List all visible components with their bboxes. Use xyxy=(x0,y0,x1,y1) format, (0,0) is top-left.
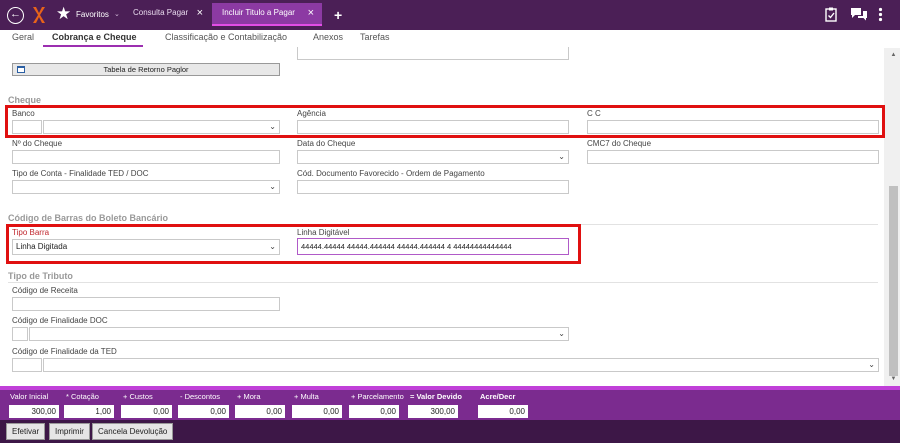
subtabs: Geral Cobrança e Cheque Classificação e … xyxy=(0,30,884,48)
data-cheque-select[interactable]: ⌄ xyxy=(297,150,569,164)
numero-cheque-input[interactable] xyxy=(12,150,280,164)
section-cheque-title: Cheque xyxy=(8,95,42,105)
kebab-menu-icon[interactable] xyxy=(878,7,883,22)
cotacao-value[interactable]: 1,00 xyxy=(64,405,114,418)
chevron-down-icon: ⌄ xyxy=(269,182,276,191)
finalidade-ted-select[interactable]: ⌄ xyxy=(43,358,879,372)
tab-tarefas[interactable]: Tarefas xyxy=(360,32,390,42)
plus-icon[interactable]: + xyxy=(334,8,342,22)
close-icon[interactable]: × xyxy=(197,3,203,23)
tab-label: Incluir Titulo a Pagar xyxy=(222,8,295,17)
chevron-down-icon: ⌄ xyxy=(558,329,565,338)
finalidade-ted-code-input[interactable] xyxy=(12,358,42,372)
cotacao-label: * Cotação xyxy=(66,392,99,401)
custos-label: + Custos xyxy=(123,392,153,401)
custos-value[interactable]: 0,00 xyxy=(121,405,172,418)
cmc7-input[interactable] xyxy=(587,150,879,164)
imprimir-button[interactable]: Imprimir xyxy=(49,423,90,440)
tabela-retorno-button[interactable]: Tabela de Retorno Paglor xyxy=(12,63,280,76)
scroll-thumb[interactable] xyxy=(889,186,898,376)
divider xyxy=(8,282,878,283)
parcelamento-value[interactable]: 0,00 xyxy=(349,405,399,418)
active-tab-indicator xyxy=(43,45,143,47)
scroll-down-icon[interactable]: ▼ xyxy=(889,376,898,382)
tab-label: Consulta Pagar xyxy=(133,8,189,17)
efetivar-button[interactable]: Efetivar xyxy=(6,423,46,440)
favorites-menu[interactable]: Favoritos xyxy=(76,10,109,19)
chevron-down-icon: ⌄ xyxy=(558,152,565,161)
chat-icon[interactable] xyxy=(850,7,868,21)
calendar-icon xyxy=(17,66,25,73)
section-boleto-title: Código de Barras do Boleto Bancário xyxy=(8,213,169,223)
finalidade-doc-select[interactable]: ⌄ xyxy=(29,327,569,341)
parcelamento-label: + Parcelamento xyxy=(351,392,404,401)
section-tributo-title: Tipo de Tributo xyxy=(8,271,73,281)
valor-devido-label: = Valor Devido xyxy=(410,392,462,401)
finalidade-doc-label: Código de Finalidade DOC xyxy=(12,316,108,325)
close-icon[interactable]: × xyxy=(308,3,314,23)
cmc7-label: CMC7 do Cheque xyxy=(587,139,652,148)
form-content: Geral Cobrança e Cheque Classificação e … xyxy=(0,30,900,386)
data-cheque-label: Data do Cheque xyxy=(297,139,356,148)
tab-cobranca-cheque[interactable]: Cobrança e Cheque xyxy=(52,32,137,42)
chevron-down-icon[interactable]: ⌄ xyxy=(114,10,120,18)
top-bar: ← ★ Favoritos ⌄ Consulta Pagar × Incluir… xyxy=(0,0,900,30)
cod-documento-label: Cód. Documento Favorecido - Ordem de Pag… xyxy=(297,169,485,178)
multa-value[interactable]: 0,00 xyxy=(292,405,342,418)
clipboard-icon[interactable] xyxy=(825,7,837,22)
scrollbar[interactable]: ▲ ▼ xyxy=(884,48,900,386)
acre-decr-label: Acre/Decr xyxy=(480,392,516,401)
valor-inicial-label: Valor Inicial xyxy=(10,392,49,401)
tab-classificacao[interactable]: Classificação e Contabilização xyxy=(165,32,287,42)
mora-value[interactable]: 0,00 xyxy=(235,405,285,418)
finalidade-ted-label: Código de Finalidade da TED xyxy=(12,347,117,356)
multa-label: + Multa xyxy=(294,392,319,401)
descontos-value[interactable]: 0,00 xyxy=(178,405,229,418)
highlight-box xyxy=(6,224,581,264)
tipo-conta-label: Tipo de Conta - Finalidade TED / DOC xyxy=(12,169,149,178)
upper-field[interactable] xyxy=(297,47,569,60)
button-label: Tabela de Retorno Paglor xyxy=(103,65,189,74)
tab-anexos[interactable]: Anexos xyxy=(313,32,343,42)
acre-decr-value[interactable]: 0,00 xyxy=(478,405,528,418)
tab-incluir-titulo[interactable]: Incluir Titulo a Pagar × xyxy=(212,3,322,26)
scroll-up-icon[interactable]: ▲ xyxy=(889,52,898,58)
receita-label: Código de Receita xyxy=(12,286,78,295)
mora-label: + Mora xyxy=(237,392,261,401)
tab-consulta-pagar[interactable]: Consulta Pagar × xyxy=(123,3,211,26)
descontos-label: - Descontos xyxy=(180,392,221,401)
finalidade-doc-code-input[interactable] xyxy=(12,327,28,341)
receita-input[interactable] xyxy=(12,297,280,311)
totals-bar: Valor Inicial 300,00 * Cotação 1,00 + Cu… xyxy=(0,386,900,420)
back-icon[interactable]: ← xyxy=(7,7,24,24)
logo-icon[interactable] xyxy=(32,6,46,24)
footer-bar: Efetivar Imprimir Cancela Devolução xyxy=(0,420,900,443)
highlight-box xyxy=(5,105,885,138)
tab-geral[interactable]: Geral xyxy=(12,32,34,42)
tipo-conta-select[interactable]: ⌄ xyxy=(12,180,280,194)
cod-documento-input[interactable] xyxy=(297,180,569,194)
numero-cheque-label: Nº do Cheque xyxy=(12,139,63,148)
star-icon[interactable]: ★ xyxy=(56,5,71,23)
valor-inicial-value[interactable]: 300,00 xyxy=(9,405,59,418)
cancela-devolucao-button[interactable]: Cancela Devolução xyxy=(92,423,174,440)
valor-devido-value[interactable]: 300,00 xyxy=(408,405,458,418)
chevron-down-icon: ⌄ xyxy=(868,360,875,369)
